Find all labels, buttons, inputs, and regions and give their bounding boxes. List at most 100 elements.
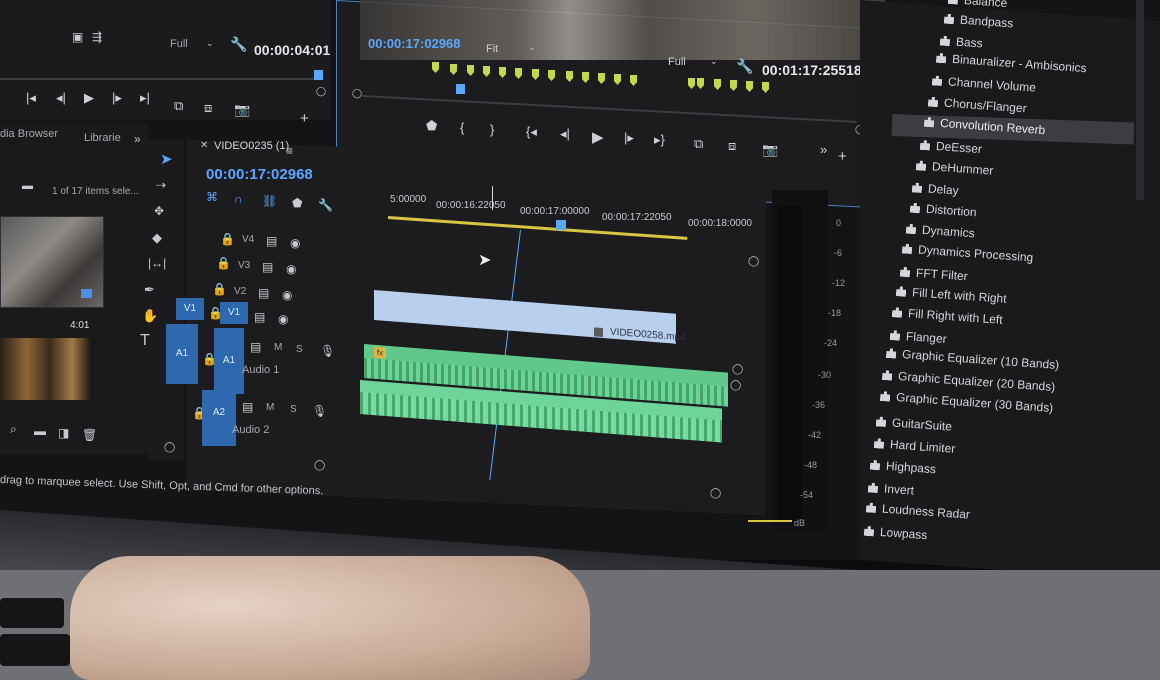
add-button-icon[interactable]: +: [300, 110, 309, 127]
program-left-handle-icon[interactable]: ◯: [352, 88, 362, 99]
nest-icon[interactable]: ⌘: [206, 190, 218, 204]
tab-libraries[interactable]: Librarie: [84, 132, 121, 144]
effects-scrollbar[interactable]: [1136, 0, 1144, 200]
program-step-back-icon[interactable]: ◂|: [560, 126, 570, 142]
source-patch-a1[interactable]: A1: [166, 324, 198, 384]
program-add-button-icon[interactable]: +: [838, 148, 847, 165]
step-back-icon[interactable]: ◂|: [56, 90, 66, 106]
program-playhead-icon[interactable]: [456, 84, 465, 94]
toggle-sync-icon[interactable]: ▤: [254, 310, 265, 324]
program-play-icon[interactable]: ▶: [592, 128, 604, 146]
source-zoom-select[interactable]: Full: [170, 38, 188, 50]
track-select-icon[interactable]: ⇢: [156, 178, 166, 192]
sequence-menu-icon[interactable]: ≡: [286, 144, 293, 158]
track-target-a2[interactable]: A2: [202, 390, 236, 446]
panel-overflow-icon[interactable]: »: [134, 132, 141, 146]
add-marker-icon[interactable]: ⬟: [426, 118, 437, 134]
timeline-scroll-handle-icon[interactable]: ◯: [732, 364, 743, 375]
eye-icon[interactable]: ◉: [286, 262, 296, 276]
linked-selection-icon[interactable]: ⛓: [262, 194, 277, 208]
snap-magnet-icon[interactable]: ∩: [234, 192, 243, 206]
timeline-scroll-handle-icon[interactable]: ◯: [730, 380, 741, 391]
track-target-v1[interactable]: V1: [220, 302, 248, 324]
eye-icon[interactable]: ◉: [278, 312, 288, 326]
pen-tool-icon[interactable]: ✒: [144, 282, 155, 298]
toggle-sync-icon[interactable]: ▤: [258, 286, 269, 300]
timeline-scroll-handle-icon[interactable]: ◯: [164, 442, 175, 453]
folder-icon[interactable]: ▬: [22, 180, 33, 192]
source-patch-v1[interactable]: V1: [176, 298, 204, 320]
clip-thumbnail-2[interactable]: [0, 338, 90, 400]
tab-media-browser[interactable]: dia Browser: [0, 128, 58, 140]
step-forward-icon[interactable]: |▸: [112, 90, 122, 106]
mark-in-icon[interactable]: {: [460, 120, 464, 135]
insert-icon[interactable]: ⧉: [174, 98, 183, 114]
sequence-tab[interactable]: VIDEO0235 (1): [214, 140, 289, 152]
program-quality-select[interactable]: Full: [668, 56, 686, 68]
close-sequence-icon[interactable]: ✕: [200, 140, 208, 151]
timeline-scroll-handle-icon[interactable]: ◯: [748, 256, 759, 267]
more-controls-icon[interactable]: »: [820, 142, 827, 157]
mute-button[interactable]: M: [274, 342, 282, 353]
microphone-icon[interactable]: 🎙: [320, 344, 335, 358]
timeline-settings-wrench-icon[interactable]: 🔧: [318, 198, 333, 212]
source-scrub-bar[interactable]: [0, 78, 320, 80]
source-scroll-handle-icon[interactable]: ◯: [316, 86, 326, 97]
list-item[interactable]: Bass: [940, 34, 983, 50]
toggle-sync-icon[interactable]: ▤: [242, 400, 253, 414]
clip-thumbnail[interactable]: [0, 216, 104, 308]
timeline-scroll-handle-icon[interactable]: ◯: [314, 460, 325, 471]
solo-button[interactable]: S: [290, 404, 297, 415]
zoom-chevron-down-icon[interactable]: ⌄: [206, 38, 214, 49]
go-to-in-point-icon[interactable]: {◂: [526, 124, 537, 140]
new-item-icon[interactable]: ◨: [58, 426, 69, 440]
program-wrench-icon[interactable]: 🔧: [736, 58, 753, 75]
new-bin-icon[interactable]: ▬: [34, 424, 46, 438]
track-target-a1[interactable]: A1: [214, 328, 244, 394]
toggle-sync-icon[interactable]: ▤: [250, 340, 261, 354]
add-marker-timeline-icon[interactable]: ⬟: [292, 196, 302, 210]
eye-icon[interactable]: ◉: [290, 236, 300, 250]
effect-icon: [910, 203, 921, 214]
play-icon[interactable]: ▶: [84, 90, 94, 106]
search-icon[interactable]: ⌕: [10, 422, 17, 437]
go-to-out-point-icon[interactable]: ▸}: [654, 132, 665, 148]
effect-icon: [866, 502, 877, 513]
razor-tool-icon[interactable]: ◆: [152, 230, 162, 246]
go-to-out-icon[interactable]: ▸|: [140, 90, 150, 106]
toggle-sync-icon[interactable]: ▤: [266, 234, 277, 248]
fx-badge-icon: [594, 327, 603, 338]
lock-icon[interactable]: 🔒: [216, 256, 231, 270]
overwrite-icon[interactable]: ⧈: [204, 100, 212, 116]
lift-icon[interactable]: ⧉: [694, 136, 703, 152]
go-to-in-icon[interactable]: |◂: [26, 90, 36, 106]
program-camera-icon[interactable]: 📷: [762, 142, 778, 158]
trash-icon[interactable]: 🗑: [82, 428, 97, 442]
timeline-playhead-icon[interactable]: [556, 220, 566, 230]
type-tool-icon[interactable]: T: [140, 332, 150, 350]
program-fit-select[interactable]: Fit: [486, 43, 498, 55]
quality-chevron-down-icon[interactable]: ⌄: [710, 56, 718, 67]
lock-icon[interactable]: 🔒: [220, 232, 235, 246]
mark-out-icon[interactable]: }: [490, 122, 494, 137]
source-timecode: 00:00:04:01: [254, 42, 331, 58]
solo-button[interactable]: S: [296, 344, 303, 355]
program-step-forward-icon[interactable]: |▸: [624, 130, 634, 146]
split-icon[interactable]: ⇶: [92, 30, 102, 44]
mute-button[interactable]: M: [266, 402, 274, 413]
hand-tool-icon[interactable]: ✋: [142, 308, 158, 324]
source-playhead-icon[interactable]: [314, 70, 323, 80]
toggle-sync-icon[interactable]: ▤: [262, 260, 273, 274]
export-frame-icon[interactable]: ▣: [72, 30, 83, 44]
extract-icon[interactable]: ⧈: [728, 138, 736, 154]
timeline-scroll-handle-icon[interactable]: ◯: [710, 488, 721, 499]
microphone-icon[interactable]: 🎙: [312, 404, 327, 418]
camera-icon[interactable]: 📷: [234, 102, 250, 118]
ripple-edit-icon[interactable]: ✥: [154, 204, 164, 218]
eye-icon[interactable]: ◉: [282, 288, 292, 302]
lock-icon[interactable]: 🔒: [212, 282, 227, 296]
slip-tool-icon[interactable]: |↔|: [148, 256, 166, 270]
wrench-icon[interactable]: 🔧: [230, 36, 247, 53]
fit-chevron-down-icon[interactable]: ⌄: [528, 42, 536, 53]
selection-tool-icon[interactable]: ➤: [160, 150, 173, 168]
